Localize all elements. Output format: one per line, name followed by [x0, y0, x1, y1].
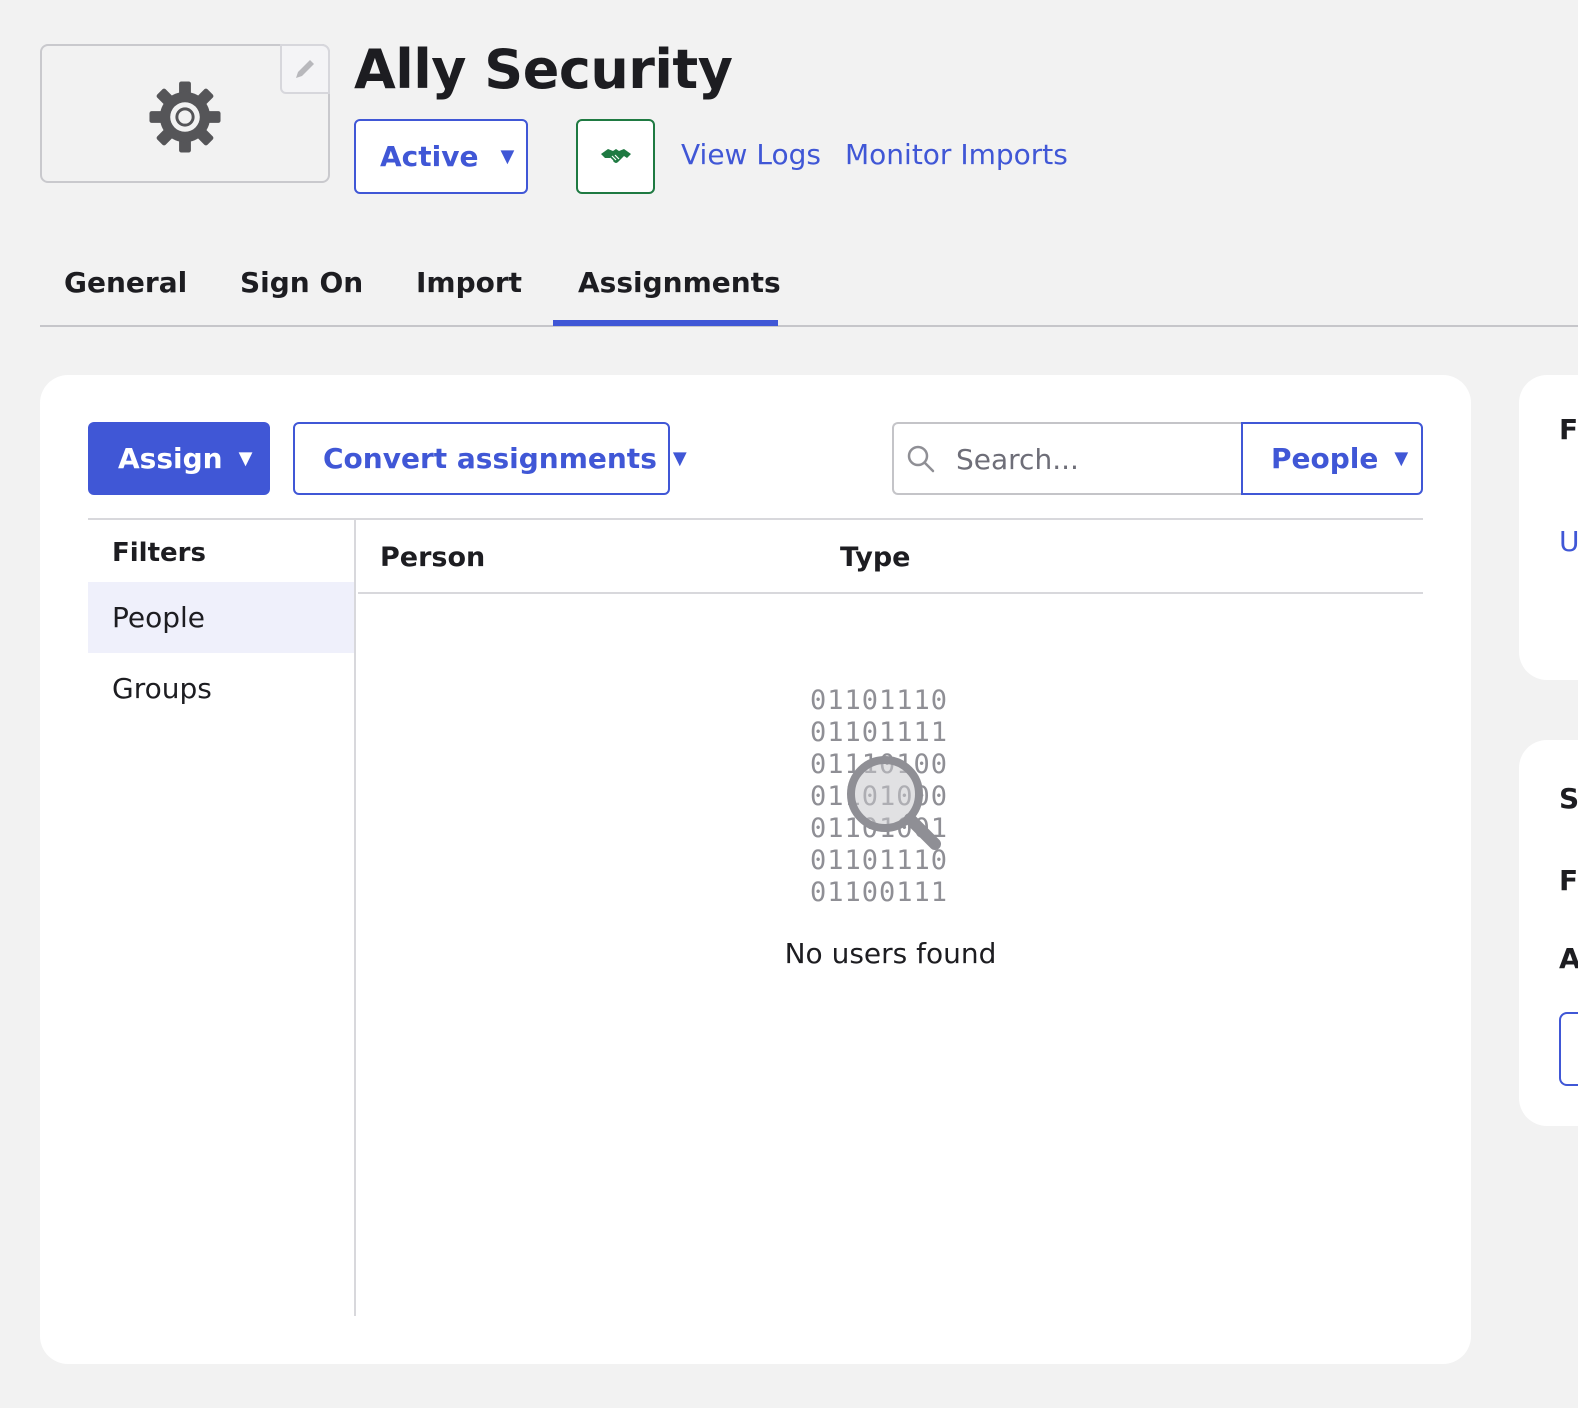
provisioning-button[interactable]	[576, 119, 655, 194]
convert-assignments-button[interactable]: Convert assignments ▼	[293, 422, 687, 495]
filter-label: People	[112, 601, 206, 634]
binary-line: 01101110	[810, 685, 949, 716]
active-tab-indicator	[553, 320, 778, 326]
assign-button[interactable]: Assign ▼	[88, 422, 270, 495]
assign-label: Assign	[118, 442, 223, 475]
search-scope-label: People	[1271, 442, 1379, 475]
gear-icon	[149, 81, 221, 153]
pencil-icon	[296, 60, 314, 78]
empty-state-illustration: 01101110 01101111 01110100 01101000 0110…	[810, 685, 970, 915]
caret-down-icon: ▼	[500, 146, 515, 167]
tab-assignments[interactable]: Assignments	[578, 266, 781, 299]
search-box	[892, 422, 1243, 495]
tab-sign-on[interactable]: Sign On	[240, 266, 363, 299]
status-dropdown-button[interactable]: Active ▼	[354, 119, 528, 194]
side-card-link[interactable]: U	[1559, 525, 1578, 558]
convert-assignments-label: Convert assignments	[323, 442, 657, 475]
tab-general[interactable]: General	[64, 266, 187, 299]
column-header-person[interactable]: Person	[380, 542, 485, 573]
app-logo-box	[40, 44, 330, 183]
status-label: Active	[380, 140, 479, 173]
tab-import[interactable]: Import	[416, 266, 522, 299]
side-card-heading: F	[1559, 413, 1578, 446]
filter-item-people[interactable]: People	[88, 582, 354, 653]
magnifier-icon	[847, 756, 941, 850]
binary-line: 01100111	[810, 877, 949, 908]
filters-sidebar: Filters People Groups	[88, 520, 356, 1316]
edit-logo-button[interactable]	[280, 44, 330, 94]
column-header-type[interactable]: Type	[840, 542, 910, 573]
filter-label: Groups	[112, 672, 212, 705]
caret-down-icon: ▼	[1394, 448, 1409, 469]
side-card-label: F	[1559, 864, 1578, 897]
side-card-heading: S	[1559, 782, 1578, 815]
monitor-imports-link[interactable]: Monitor Imports	[845, 138, 1068, 171]
table-header: Person Type	[358, 520, 1423, 594]
search-input[interactable]	[956, 436, 1226, 482]
filter-item-groups[interactable]: Groups	[88, 653, 354, 724]
binary-line: 01101111	[810, 717, 949, 748]
caret-down-icon: ▼	[238, 448, 253, 469]
search-icon	[907, 445, 935, 473]
filters-heading: Filters	[112, 538, 206, 568]
side-card-button[interactable]	[1559, 1012, 1578, 1086]
app-title: Ally Security	[354, 38, 733, 101]
handshake-icon	[600, 148, 631, 163]
assignments-panel: Assign ▼ Convert assignments ▼ People ▼ …	[40, 375, 1471, 1364]
empty-state-message: No users found	[784, 937, 997, 970]
caret-down-icon: ▼	[672, 448, 687, 469]
side-card-label: A	[1559, 942, 1578, 975]
search-scope-dropdown[interactable]: People ▼	[1241, 422, 1423, 495]
view-logs-link[interactable]: View Logs	[681, 138, 821, 171]
side-card-top: F U	[1519, 375, 1578, 680]
side-card-bottom: S F A	[1519, 740, 1578, 1126]
tab-bar: General Sign On Import Assignments	[40, 250, 1578, 327]
